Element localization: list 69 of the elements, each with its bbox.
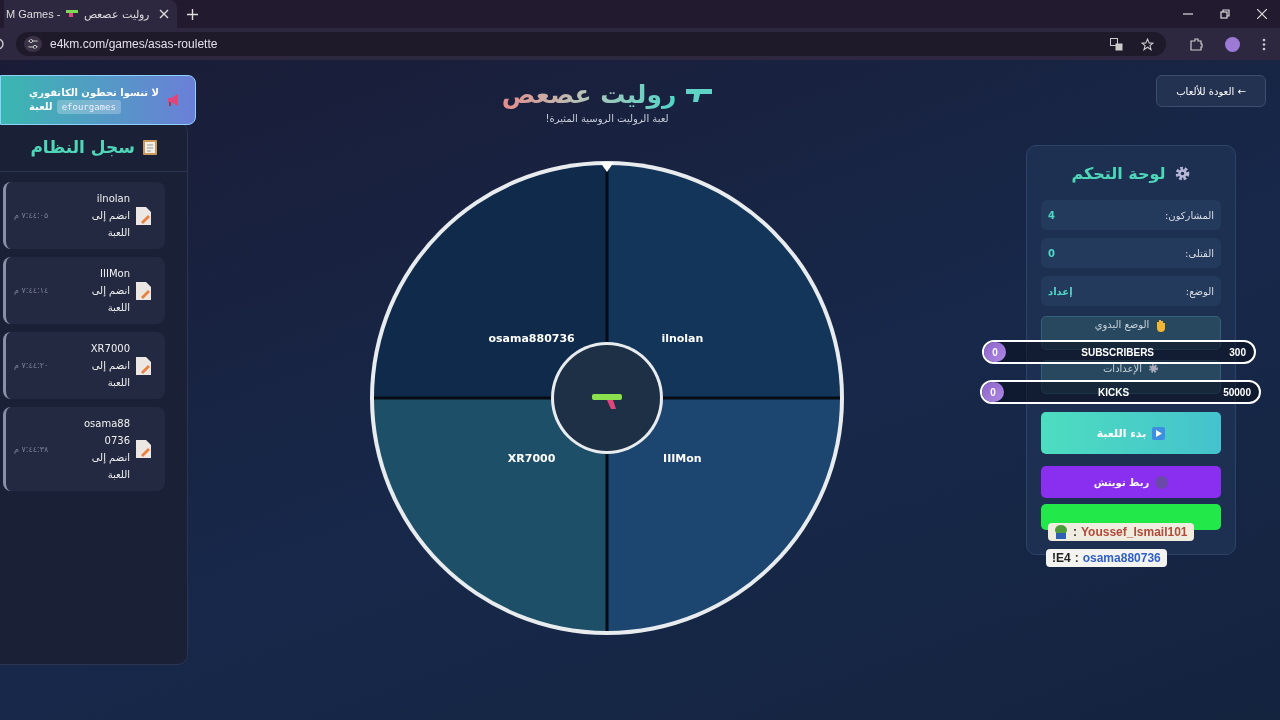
chat-separator: : [1074,551,1079,565]
log-action: انضم إلى اللعبة [90,209,130,240]
log-time: ٧:٤٤:٣٨ م [14,444,50,454]
document-icon [136,440,151,458]
menu-icon[interactable] [1262,37,1266,51]
new-tab-icon[interactable] [187,8,199,20]
close-icon[interactable] [159,9,170,19]
log-time: ٧:٤٤:٢٠ م [14,361,50,370]
log-action: انضم إلى اللعبة [90,284,130,315]
goal-target: 300 [1229,346,1246,358]
segment-label: osama880736 [488,332,575,346]
document-icon [136,356,151,375]
gun-icon [66,10,79,18]
close-icon[interactable] [1257,9,1267,19]
notice-text: للعبة [29,101,53,112]
tab-title: M Games - [6,8,61,20]
segment-label: XR7000 [507,451,556,465]
gun-icon [592,394,622,409]
translate-icon[interactable] [1110,37,1123,51]
pointer-icon [600,162,614,172]
log-action: انضم إلى اللعبة [90,359,130,390]
stat-value: إعداد [1048,285,1073,297]
chat-separator: : [1073,525,1077,539]
player-name: osama880736 [82,417,130,448]
twitch-connect-button[interactable]: ربط تويتش [1041,466,1221,498]
restore-icon[interactable] [1220,9,1230,19]
log-title: سجل النظام [30,137,135,157]
gear-icon [1148,363,1160,374]
player-name: ilnolan [95,192,130,206]
chat-username: osama880736 [1082,551,1161,565]
reload-icon[interactable] [0,38,6,50]
site-info-icon[interactable] [24,36,42,52]
player-name: IIIMon [99,267,130,281]
gun-icon [686,86,713,103]
gear-icon [1173,164,1191,182]
hand-icon [1155,319,1168,332]
stat-label: القتلى: [1185,247,1214,259]
goal-target: 50000 [1223,386,1251,398]
goal-current: 0 [991,346,999,358]
document-icon [136,206,151,225]
panel-title: لوحة التحكم [1071,163,1166,183]
address-bar[interactable]: e4km.com/games/asas-roulette [16,32,1166,56]
chat-username: Youssef_Ismail101 [1081,525,1188,539]
back-button[interactable]: ← العودة للألعاب [1156,75,1266,107]
stat-value: 4 [1048,209,1055,221]
segment-label: ilnolan [661,332,704,346]
game-subtitle: لعبة الروليت الروسية المثيرة! [545,113,669,124]
circle-icon [1155,475,1169,489]
goal-current: 0 [989,386,997,398]
clipboard-icon [143,139,157,155]
segment-label: IIIMon [663,451,702,465]
stat-value: 0 [1048,247,1055,259]
bookmark-star-icon[interactable] [1141,37,1154,51]
chat-message: !E4 [1052,551,1071,565]
log-time: ٧:٤٤:٠٥ م [14,211,50,220]
play-icon [1152,426,1166,440]
stat-label: المشاركون: [1164,209,1214,221]
document-icon [136,281,151,300]
extensions-icon[interactable] [1190,37,1203,51]
tab-title: روليت عصعص [84,7,150,21]
player-name: XR7000 [89,342,130,356]
log-action: انضم إلى اللعبة [90,451,130,482]
profile-avatar[interactable] [1225,36,1240,52]
megaphone-icon [167,93,181,107]
code-chip: efourgames [56,99,121,114]
stat-label: الوضع: [1185,285,1214,297]
url-text: e4km.com/games/asas-roulette [50,37,218,51]
notice-text: لا تنسوا تحطون الكاتقوري [29,86,159,98]
log-time: ٧:٤٤:١٤ م [14,286,50,295]
